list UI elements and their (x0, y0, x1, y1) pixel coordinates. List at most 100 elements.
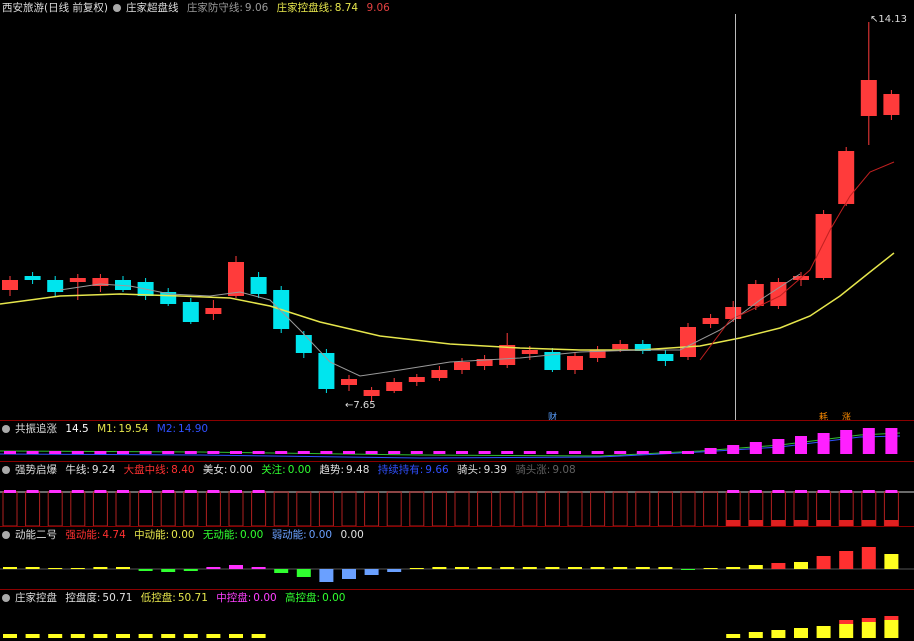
gear-icon[interactable] (2, 594, 10, 602)
momentum-bar (861, 547, 876, 569)
candle-body (228, 262, 244, 296)
bar-outline (567, 491, 583, 526)
ma-red-line (699, 161, 895, 361)
bar-outline (2, 491, 18, 526)
momentum-bar (432, 567, 447, 569)
histogram-bar (297, 451, 310, 454)
marker-hao: 耗 (819, 413, 829, 420)
momentum-bar (771, 563, 786, 569)
gongzhen-pane[interactable]: 共振追涨 14.5 M1: 19.54 M2: 14.90 (0, 421, 914, 461)
magenta-mark (817, 490, 830, 493)
gear-icon[interactable] (2, 466, 10, 474)
m2-label: M2: (156, 423, 177, 435)
gear-icon[interactable] (2, 425, 10, 433)
momentum-bar (161, 569, 176, 572)
bar-outline (477, 491, 493, 526)
dongneng-pane[interactable]: 动能二号 强动能: 4.74 中动能: 0.00 无动能: 0.00 弱动能: 0.00… (0, 527, 914, 589)
momentum-bar (229, 565, 243, 569)
momentum-bar (183, 569, 198, 571)
marker-cai: 财 (548, 413, 558, 420)
histogram-bar (320, 451, 333, 454)
momentum-bar (500, 567, 515, 569)
kongpan-pane[interactable]: 庄家控盘 控盘度: 50.71 低控盘: 50.71 中控盘: 0.00 高控盘: 0.… (0, 590, 914, 641)
magenta-mark (162, 490, 175, 493)
bar-outline (454, 491, 470, 526)
value: 9.39 (483, 464, 507, 476)
value: 14.5 (65, 423, 89, 435)
magenta-mark (795, 490, 807, 493)
momentum-bar (274, 569, 289, 573)
candle-body (24, 276, 41, 280)
histogram-bar (817, 433, 830, 454)
bar-outline (183, 491, 199, 526)
signal-line (0, 432, 901, 457)
control-bar (206, 634, 221, 638)
histogram-bar (749, 442, 762, 454)
histogram-bar (456, 451, 468, 454)
gear-icon[interactable] (113, 4, 122, 12)
momentum-bar (206, 567, 221, 569)
histogram-bar (410, 451, 423, 454)
magenta-mark (207, 490, 220, 493)
bar-outline (635, 491, 651, 526)
m2-value: 14.90 (178, 423, 209, 435)
control-bar (93, 634, 108, 638)
candle-body (725, 307, 742, 319)
main-legend: 西安旅游(日线 前复权) 庄家超盘线 庄家防守线: 9.06 庄家控盘线: 8.74 … (2, 2, 395, 14)
label: 骑头涨: (515, 464, 551, 476)
pane-name: 共振追涨 (15, 423, 57, 435)
candle-body (69, 278, 86, 282)
momentum-bar (25, 567, 40, 569)
label: 美女: (202, 464, 228, 476)
value: 9.24 (91, 464, 116, 476)
candle-body (860, 80, 877, 116)
value: 0.00 (287, 464, 312, 476)
histogram-bar (682, 451, 694, 454)
candle-body (521, 350, 538, 354)
bar-outline (386, 491, 402, 526)
candle-body (680, 327, 696, 357)
control-bar-top (839, 620, 854, 624)
histogram-bar (659, 451, 672, 454)
momentum-bar (816, 556, 831, 569)
momentum-bar (839, 551, 854, 569)
bar-outline (680, 491, 696, 526)
control-bar (138, 634, 153, 638)
defense-line-value: 9.06 (244, 2, 269, 14)
momentum-bar (116, 567, 130, 569)
value: 0.00 (239, 529, 264, 541)
candle-body (386, 382, 403, 391)
candle-body (408, 377, 425, 382)
gear-icon[interactable] (2, 531, 10, 539)
magenta-mark (49, 490, 62, 493)
momentum-bar (635, 567, 650, 569)
candle-body (431, 370, 448, 378)
label: 高控盘: (285, 592, 321, 604)
candle-body (341, 379, 357, 385)
magenta-mark (727, 490, 740, 493)
label: 中控盘: (216, 592, 252, 604)
bar-outline (25, 491, 41, 526)
bar-outline (364, 491, 380, 526)
bar-outline (703, 491, 719, 526)
momentum-bar (522, 567, 537, 569)
bar-outline (499, 491, 515, 526)
label: 无动能: (202, 529, 238, 541)
control-bar (748, 632, 763, 638)
value: 0.00 (253, 592, 277, 604)
momentum-bar (681, 569, 695, 570)
candlestick-chart[interactable] (0, 0, 914, 420)
magenta-mark (139, 490, 152, 493)
label: 中动能: (134, 529, 170, 541)
candle-body (454, 362, 470, 370)
bar-outline (409, 491, 425, 526)
histogram-bar (704, 448, 717, 454)
qiangshi-pane[interactable]: 强势启爆 牛线: 9.24 大盘中线: 8.40 美女: 0.00 关注: 0.00 趋… (0, 462, 914, 526)
value: 50.71 (102, 592, 133, 604)
main-chart-pane[interactable]: 西安旅游(日线 前复权) 庄家超盘线 庄家防守线: 9.06 庄家控盘线: 8.74 … (0, 0, 914, 420)
value: 0.00 (340, 529, 364, 541)
indicator-name: 庄家超盘线 (126, 2, 179, 14)
control-bar (229, 634, 243, 638)
pane-name: 动能二号 (15, 529, 57, 541)
control-bar (3, 634, 17, 638)
